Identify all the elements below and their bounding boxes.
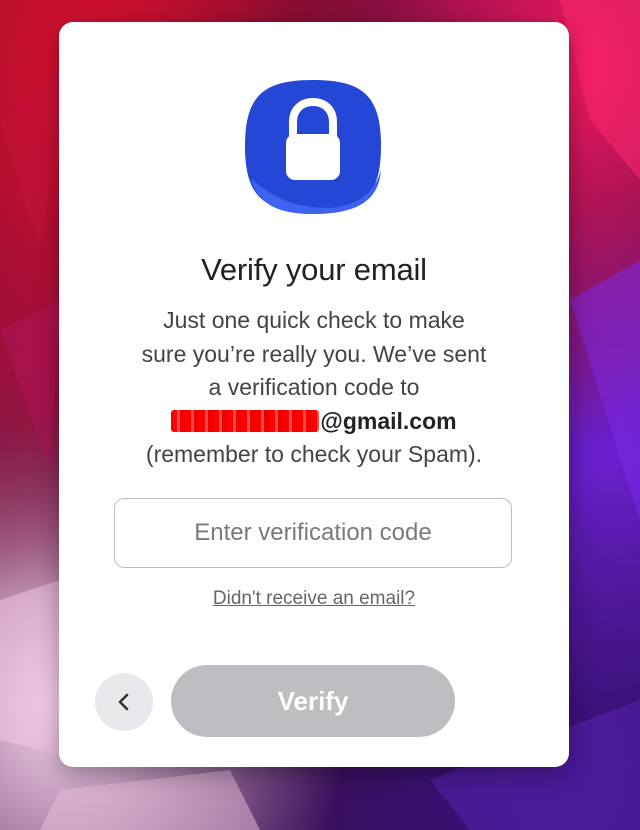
description-line: Just one quick check to make: [163, 307, 465, 333]
description-line: sure you’re really you. We’ve sent: [141, 340, 487, 367]
dialog-description: Just one quick check to make sure you’re…: [99, 304, 529, 472]
chevron-left-icon: [118, 693, 129, 711]
lock-icon: [245, 80, 381, 214]
redacted-email-username: [171, 409, 320, 432]
verify-button[interactable]: Verify: [171, 665, 455, 737]
verify-email-dialog: Verify your email Just one quick check t…: [59, 22, 569, 767]
verification-code-input[interactable]: [114, 498, 512, 568]
email-domain: @gmail.com: [320, 407, 457, 434]
back-button[interactable]: [95, 673, 153, 731]
email-address: @gmail.com: [99, 405, 529, 439]
description-line: a verification code to: [208, 374, 420, 400]
description-line: (remember to check your Spam).: [145, 441, 483, 467]
dialog-title: Verify your email: [201, 252, 427, 287]
resend-email-link[interactable]: Didn't receive an email?: [59, 588, 569, 610]
